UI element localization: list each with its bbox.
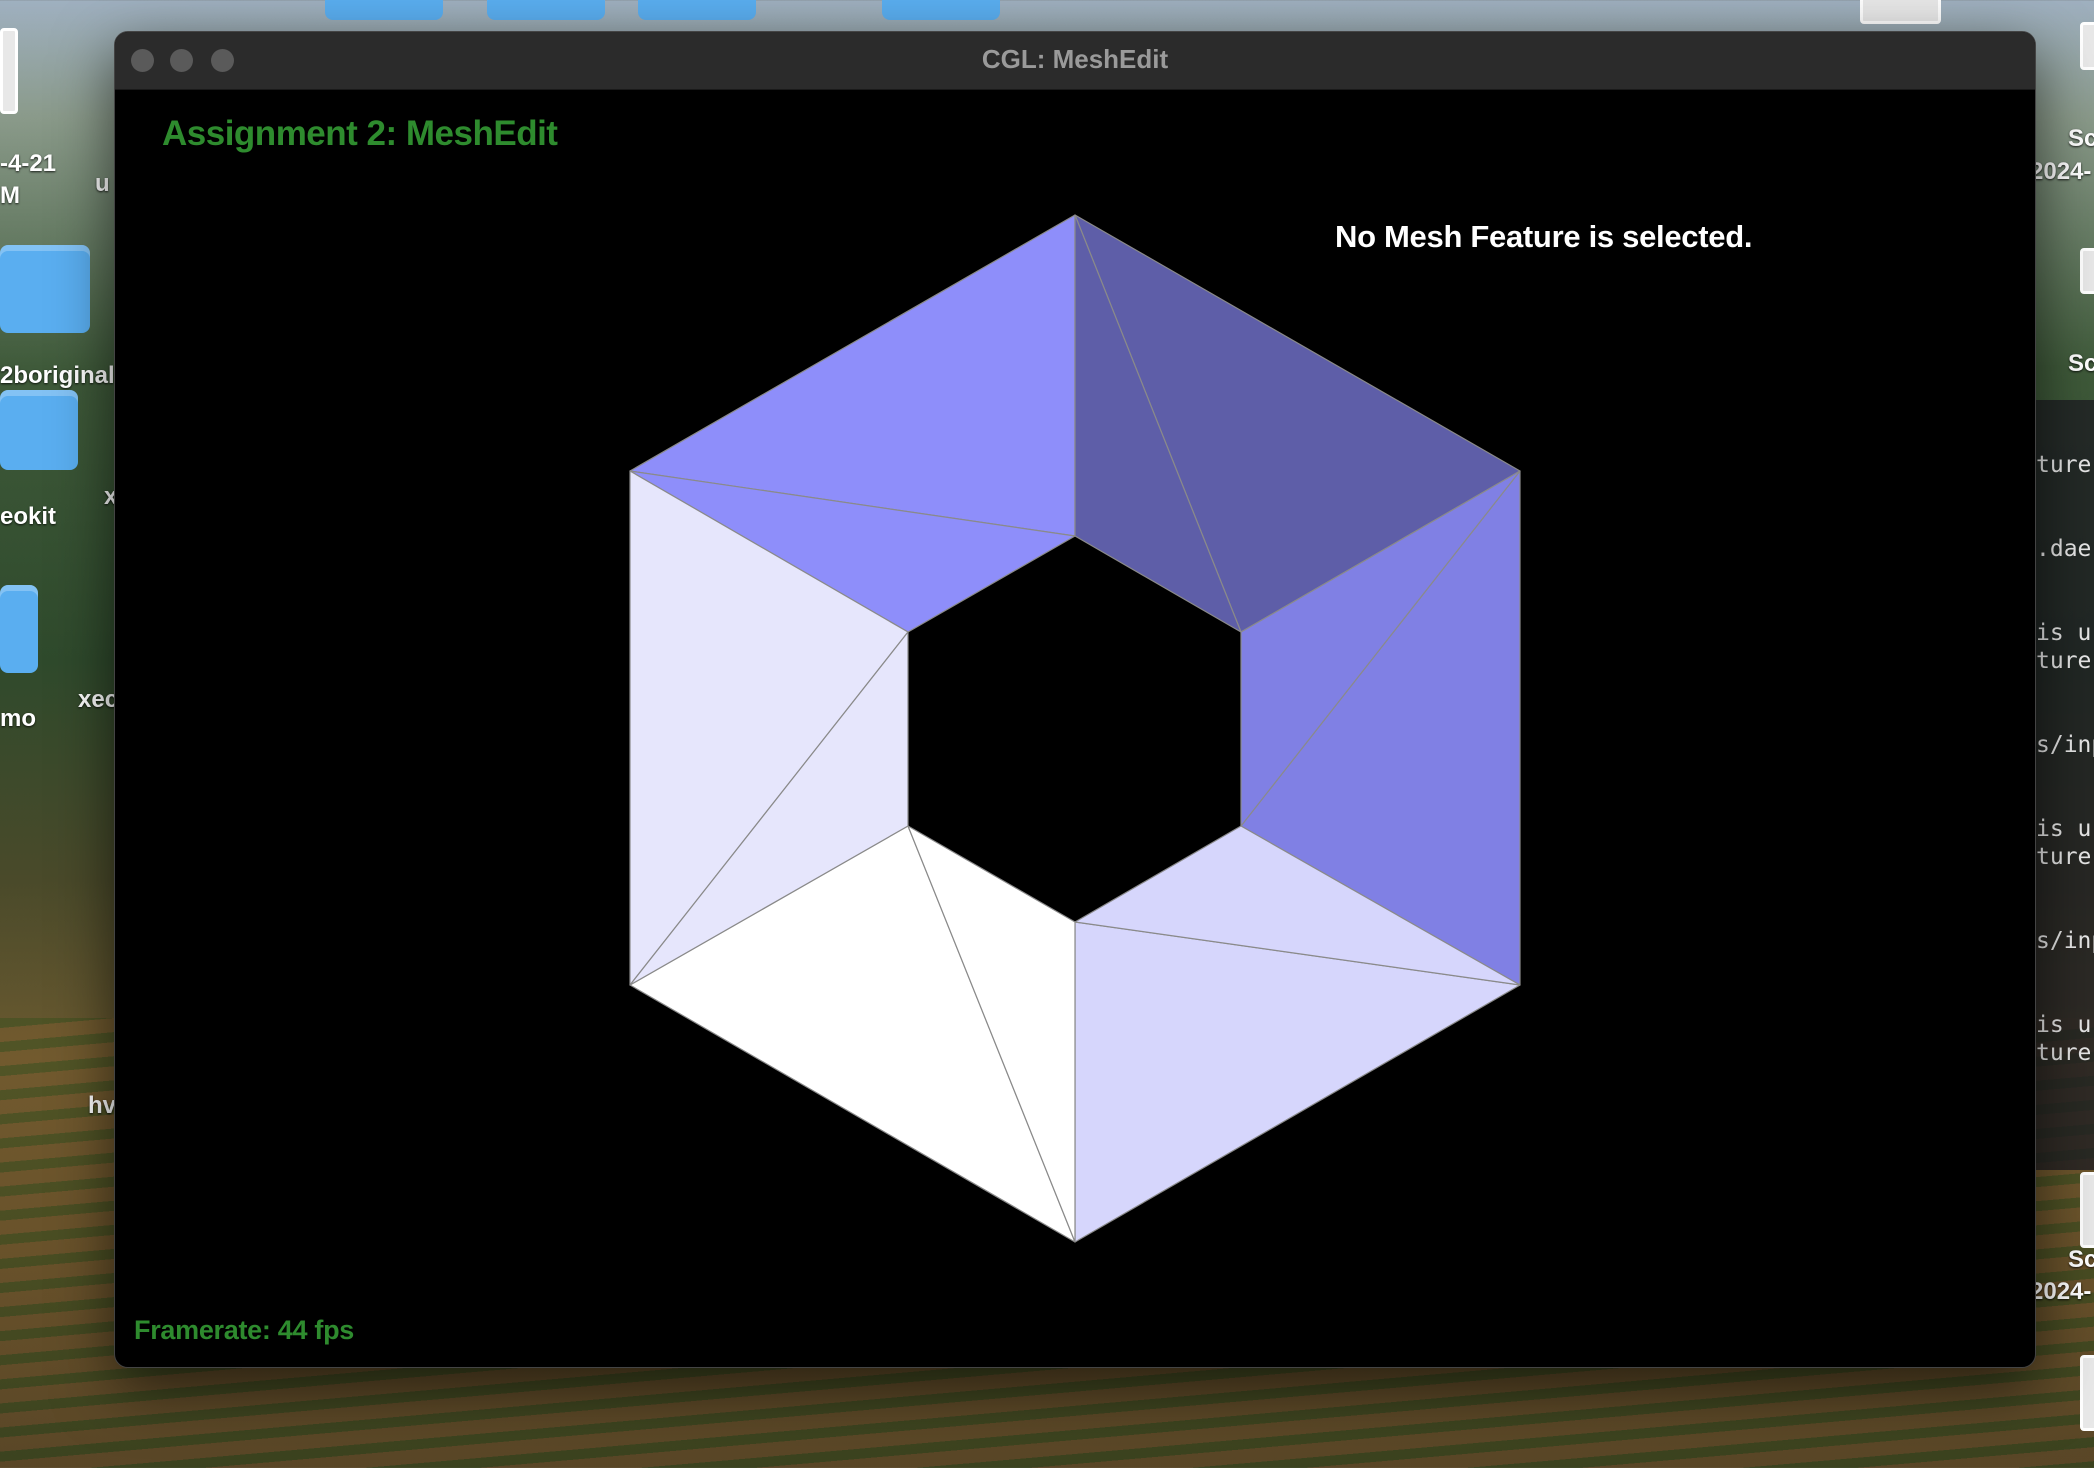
desktop-folder-icon[interactable]: [882, 0, 1000, 20]
desktop-label: 2024-: [2030, 1278, 2092, 1305]
desktop-file-thumbnail[interactable]: [2080, 1355, 2094, 1431]
terminal-line: ture: [2036, 1040, 2092, 1066]
desktop-label: Sc: [2068, 125, 2094, 152]
desktop-file-thumbnail[interactable]: [0, 28, 18, 114]
desktop-folder-icon[interactable]: [0, 245, 90, 333]
selection-status: No Mesh Feature is selected.: [1335, 219, 1753, 254]
desktop-folder-icon[interactable]: [487, 0, 605, 20]
terminal-line: s/inp: [2036, 732, 2094, 758]
desktop-folder-icon[interactable]: [638, 0, 756, 20]
terminal-line: is ur: [2036, 816, 2094, 842]
framerate-readout: Framerate: 44 fps: [134, 1315, 354, 1345]
desktop-label: M: [0, 182, 20, 209]
meshedit-window[interactable]: CGL: MeshEdit Assignment 2: MeshEdit No …: [114, 31, 2036, 1368]
desktop-folder-icon[interactable]: [0, 585, 38, 673]
desktop-folder-icon[interactable]: [325, 0, 443, 20]
desktop-label: 2boriginal: [0, 362, 115, 389]
desktop-file-thumbnail[interactable]: [2080, 1172, 2094, 1248]
terminal-line: ture: [2036, 648, 2092, 674]
desktop-label: eokit: [0, 503, 57, 530]
terminal-line: .dae: [2036, 536, 2092, 562]
desktop-label: mo: [0, 705, 36, 732]
desktop-label: u: [95, 170, 110, 197]
assignment-title: Assignment 2: MeshEdit: [162, 114, 558, 153]
desktop-label: xec: [78, 686, 119, 713]
desktop-folder-icon[interactable]: [0, 390, 78, 470]
desktop-file-thumbnail[interactable]: [2080, 22, 2094, 70]
terminal-window[interactable]: ture .dae is ur ture s/inp is ur ture s/…: [2030, 400, 2094, 1170]
terminal-line: ture: [2036, 452, 2092, 478]
terminal-line: s/inp: [2036, 928, 2094, 954]
terminal-line: is ur: [2036, 1012, 2094, 1038]
desktop-label: hv: [88, 1092, 117, 1119]
terminal-line: ture: [2036, 844, 2092, 870]
desktop-file-thumbnail[interactable]: [2080, 248, 2094, 294]
desktop-label: Sc: [2068, 1246, 2094, 1273]
desktop-label: -4-21: [0, 150, 57, 177]
terminal-line: is ur: [2036, 620, 2094, 646]
desktop-label: Sc: [2068, 350, 2094, 377]
desktop-file-thumbnail[interactable]: [1860, 0, 1941, 24]
desktop-label: 2024-: [2030, 158, 2092, 185]
